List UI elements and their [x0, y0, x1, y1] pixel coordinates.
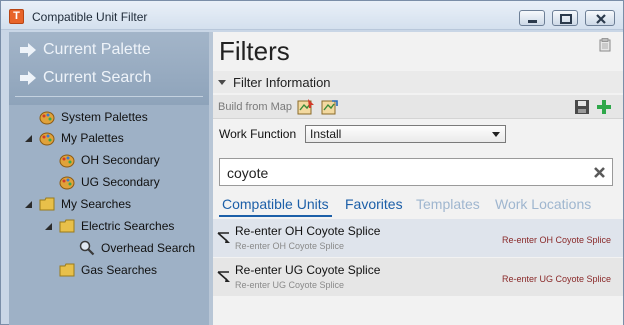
work-function-value: Install	[310, 127, 342, 141]
close-icon	[596, 14, 606, 24]
section-header-label: Filter Information	[233, 74, 331, 90]
tree-item-label: OH Secondary	[81, 153, 160, 167]
tree-item-label: My Palettes	[61, 131, 124, 145]
search-input[interactable]: coyote	[219, 158, 613, 186]
list-item[interactable]: Re-enter UG Coyote Splice Re-enter UG Co…	[213, 258, 623, 296]
work-function-select[interactable]: Install	[305, 125, 506, 143]
tree-item-label: UG Secondary	[81, 175, 160, 189]
application-window: T Compatible Unit Filter Current Palette…	[0, 0, 624, 325]
result-title: Re-enter UG Coyote Splice	[235, 263, 381, 277]
tree-item-label: System Palettes	[61, 110, 148, 124]
app-icon: T	[9, 9, 24, 24]
arrow-right-icon	[20, 71, 36, 85]
tree-item-overhead-search[interactable]: Overhead Search	[63, 238, 195, 258]
build-from-map-label: Build from Map	[218, 101, 292, 113]
page-title: Filters	[219, 36, 290, 66]
chevron-down-icon	[492, 132, 500, 137]
palette-tree: System Palettes My Palettes OH Secondary	[9, 105, 209, 325]
minimize-button[interactable]	[519, 10, 545, 26]
tree-item-label: My Searches	[61, 197, 132, 211]
palette-icon	[39, 132, 55, 146]
map-select-icon[interactable]	[297, 98, 315, 116]
maximize-icon	[560, 14, 572, 24]
window-title: Compatible Unit Filter	[32, 10, 148, 24]
active-tab-indicator	[219, 215, 332, 217]
tree-item-gas-searches[interactable]: Gas Searches	[43, 260, 157, 280]
tree-item-ug-secondary[interactable]: UG Secondary	[43, 172, 160, 192]
tree-item-label: Overhead Search	[101, 241, 196, 255]
splice-icon	[217, 232, 230, 243]
folder-icon	[59, 263, 75, 277]
tree-item-my-searches[interactable]: My Searches	[23, 194, 131, 214]
minimize-icon	[528, 20, 537, 23]
tree-item-label: Gas Searches	[81, 263, 158, 277]
clear-search-icon[interactable]	[593, 166, 606, 179]
close-button[interactable]	[585, 10, 615, 26]
magnifier-icon	[79, 240, 95, 256]
result-title: Re-enter OH Coyote Splice	[235, 224, 381, 238]
left-panel: Current Palette Current Search System Pa…	[9, 32, 209, 325]
nav-current-palette[interactable]: Current Palette	[19, 39, 151, 61]
tree-item-electric-searches[interactable]: Electric Searches	[43, 216, 174, 236]
collapse-triangle-icon	[218, 80, 226, 85]
nav-label: Current Search	[43, 69, 152, 86]
result-right-label: Re-enter UG Coyote Splice	[501, 274, 611, 284]
title-bar: T Compatible Unit Filter	[1, 1, 623, 30]
search-input-value: coyote	[227, 165, 269, 181]
add-icon[interactable]	[595, 98, 613, 116]
result-right-label: Re-enter OH Coyote Splice	[501, 235, 611, 245]
nav-label: Current Palette	[43, 41, 151, 58]
maximize-button[interactable]	[552, 10, 578, 26]
result-subtitle: Re-enter OH Coyote Splice	[235, 241, 345, 251]
splice-icon	[217, 271, 230, 282]
palette-icon	[59, 176, 75, 190]
filters-panel: Filters Filter Information Build from Ma…	[213, 32, 623, 325]
nav-current-search[interactable]: Current Search	[19, 67, 152, 89]
palette-icon	[39, 111, 55, 125]
list-item[interactable]: Re-enter OH Coyote Splice Re-enter OH Co…	[213, 219, 623, 257]
tab-templates[interactable]: Templates	[416, 196, 480, 212]
filter-information-header[interactable]: Filter Information	[213, 71, 623, 93]
collapse-triangle-icon[interactable]	[43, 220, 55, 232]
arrow-right-icon	[20, 43, 36, 57]
nav-section: Current Palette Current Search	[9, 32, 209, 105]
result-subtitle: Re-enter UG Coyote Splice	[235, 280, 345, 290]
tree-item-system-palettes[interactable]: System Palettes	[23, 107, 148, 127]
collapse-triangle-icon[interactable]	[23, 198, 35, 210]
clipboard-icon[interactable]	[599, 38, 611, 52]
divider	[15, 96, 203, 97]
results-list: Re-enter OH Coyote Splice Re-enter OH Co…	[213, 219, 623, 325]
work-function-label: Work Function	[219, 127, 297, 141]
tree-item-label: Electric Searches	[81, 219, 175, 233]
tree-item-my-palettes[interactable]: My Palettes	[23, 128, 124, 148]
tree-item-oh-secondary[interactable]: OH Secondary	[43, 150, 160, 170]
folder-icon	[39, 197, 55, 211]
folder-icon	[59, 219, 75, 233]
collapse-triangle-icon[interactable]	[23, 132, 35, 144]
map-select-add-icon[interactable]	[321, 98, 339, 116]
tab-work-locations[interactable]: Work Locations	[495, 196, 591, 212]
tab-compatible-units[interactable]: Compatible Units	[222, 196, 329, 212]
palette-icon	[59, 154, 75, 168]
tab-favorites[interactable]: Favorites	[345, 196, 403, 212]
filter-toolbar: Build from Map	[213, 95, 623, 119]
save-icon[interactable]	[573, 98, 591, 116]
